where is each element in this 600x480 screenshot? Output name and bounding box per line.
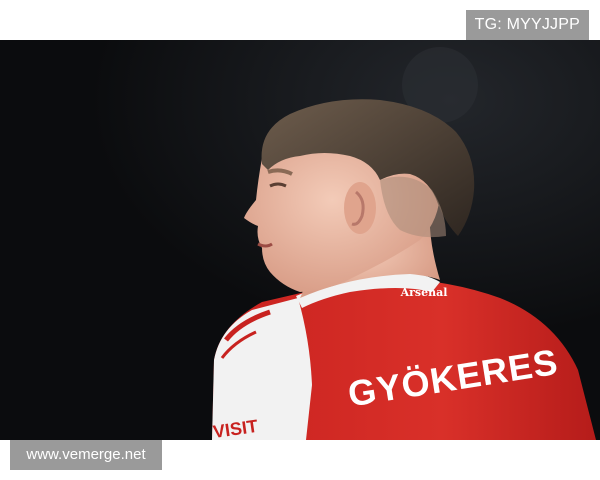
watermark-tg: TG: MYYJJPP [465, 10, 589, 40]
player-ear [344, 182, 376, 234]
watermark-site: www.vemerge.net [10, 440, 162, 470]
player-photo: Arsenal GYÖKERES VISIT [0, 40, 600, 440]
jersey-badge-text: Arsenal [400, 286, 448, 299]
